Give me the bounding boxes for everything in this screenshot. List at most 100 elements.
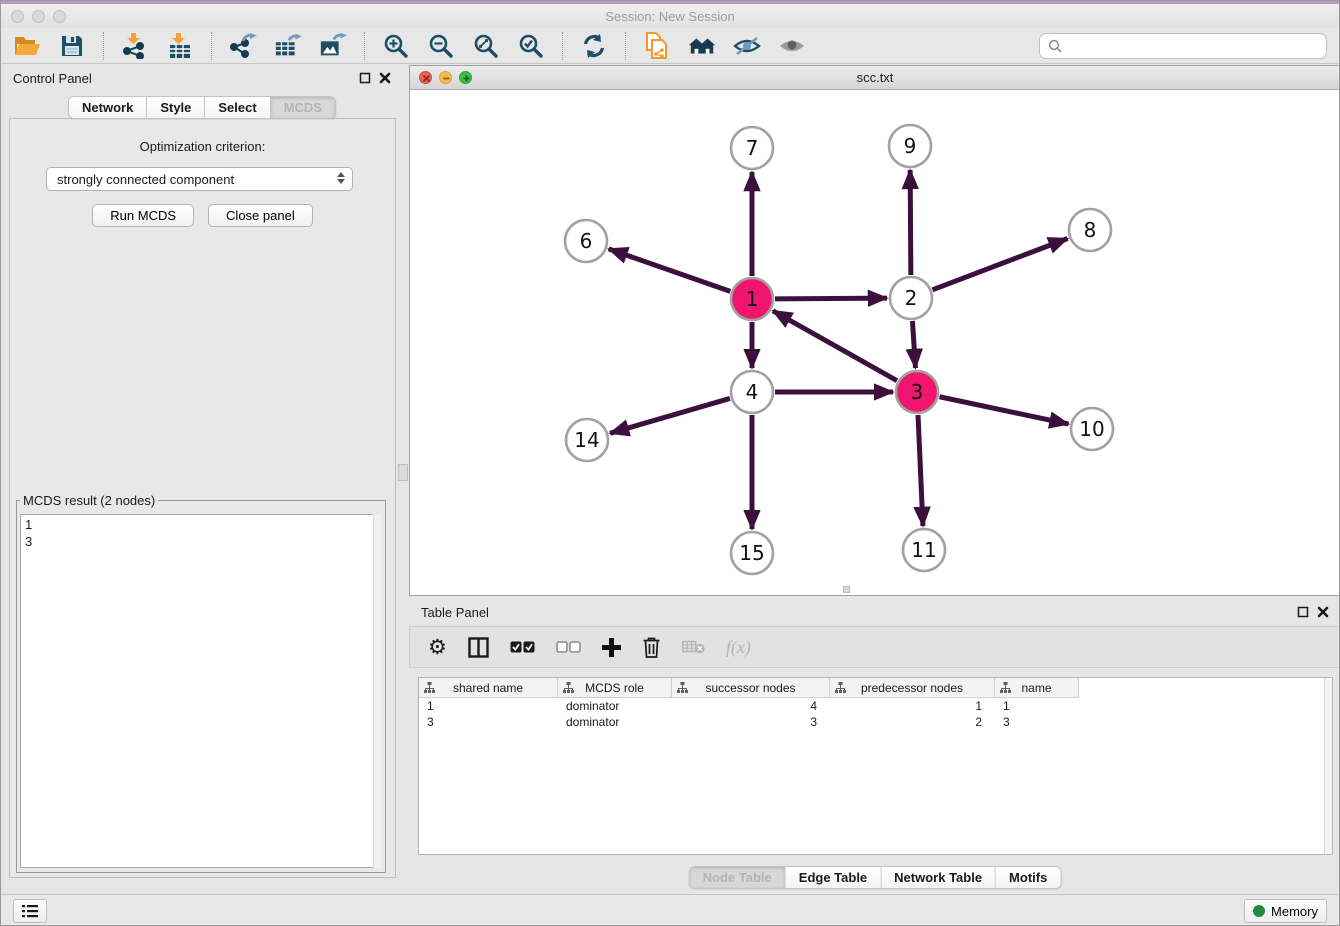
- table-cell[interactable]: 1: [830, 698, 995, 714]
- column-header-successor-nodes[interactable]: successor nodes: [672, 678, 830, 698]
- control-panel: Control Panel Network Style Select MCDS …: [1, 64, 403, 894]
- table-cell[interactable]: 1: [995, 698, 1079, 714]
- graph-node-label-14: 14: [574, 428, 599, 452]
- table-cell[interactable]: 3: [672, 714, 830, 730]
- column-hierarchy-icon: [835, 682, 846, 693]
- table-cell[interactable]: dominator: [558, 698, 672, 714]
- import-network-icon[interactable]: [121, 32, 149, 60]
- task-history-button[interactable]: [13, 899, 47, 923]
- node-table: shared name MCDS role successor nodes prede…: [418, 677, 1333, 855]
- float-panel-icon[interactable]: [359, 72, 371, 84]
- column-header-shared-name[interactable]: shared name: [419, 678, 558, 698]
- table-row[interactable]: 1dominator411: [419, 698, 1332, 714]
- column-header-name[interactable]: name: [995, 678, 1079, 698]
- column-hierarchy-icon: [563, 682, 574, 693]
- zoom-in-icon[interactable]: [382, 32, 410, 60]
- export-image-icon[interactable]: [319, 32, 347, 60]
- table-cell[interactable]: 2: [830, 714, 995, 730]
- application-window: Session: New Session: [0, 0, 1340, 926]
- edge-3-to-10[interactable]: [940, 397, 1069, 424]
- close-panel-icon[interactable]: [379, 72, 391, 84]
- panel-splitter-handle[interactable]: [398, 464, 408, 481]
- save-icon[interactable]: [58, 32, 86, 60]
- zoom-selected-icon[interactable]: [517, 32, 545, 60]
- tab-node-table[interactable]: Node Table: [690, 867, 786, 888]
- edge-4-to-14[interactable]: [610, 398, 730, 433]
- criterion-dropdown-value: strongly connected component: [57, 172, 234, 187]
- memory-status-icon: [1253, 905, 1265, 917]
- window-title: Session: New Session: [1, 9, 1339, 24]
- tab-network[interactable]: Network: [69, 97, 147, 118]
- column-header-predecessor-nodes[interactable]: predecessor nodes: [830, 678, 995, 698]
- table-cell[interactable]: 4: [672, 698, 830, 714]
- tab-motifs[interactable]: Motifs: [996, 867, 1060, 888]
- edge-1-to-2[interactable]: [775, 298, 887, 299]
- network-minimize-icon[interactable]: [439, 71, 452, 84]
- add-column-icon[interactable]: [602, 638, 621, 657]
- graph-node-label-7: 7: [746, 136, 759, 160]
- edge-2-to-3[interactable]: [912, 321, 915, 368]
- clear-selection-icon[interactable]: [556, 641, 581, 653]
- optimization-criterion-label: Optimization criterion:: [10, 139, 395, 154]
- tab-network-table[interactable]: Network Table: [881, 867, 996, 888]
- column-hierarchy-icon: [677, 682, 688, 693]
- graph-node-label-15: 15: [739, 541, 764, 565]
- export-table-icon[interactable]: [274, 32, 302, 60]
- toolbar-separator: [562, 32, 563, 60]
- refresh-icon[interactable]: [580, 32, 608, 60]
- tab-style[interactable]: Style: [147, 97, 205, 118]
- table-cell[interactable]: 3: [419, 714, 558, 730]
- edge-2-to-8[interactable]: [933, 239, 1068, 290]
- import-table-icon[interactable]: [166, 32, 194, 60]
- tab-edge-table[interactable]: Edge Table: [786, 867, 881, 888]
- network-maximize-icon[interactable]: [459, 71, 472, 84]
- search-input[interactable]: [1068, 38, 1318, 53]
- close-table-panel-icon[interactable]: [1317, 606, 1329, 618]
- mcds-result-scrollbar[interactable]: [373, 514, 381, 868]
- memory-button[interactable]: Memory: [1244, 899, 1327, 923]
- table-cell[interactable]: 3: [995, 714, 1079, 730]
- zoom-out-icon[interactable]: [427, 32, 455, 60]
- table-cell[interactable]: dominator: [558, 714, 672, 730]
- column-header-label: predecessor nodes: [861, 681, 963, 695]
- houses-icon[interactable]: [688, 32, 716, 60]
- column-header-label: successor nodes: [705, 681, 795, 695]
- float-table-panel-icon[interactable]: [1297, 606, 1309, 618]
- edge-3-to-11[interactable]: [918, 415, 923, 526]
- column-hierarchy-icon: [1000, 682, 1011, 693]
- edge-3-to-1[interactable]: [773, 311, 897, 381]
- hide-eye-icon[interactable]: [733, 32, 761, 60]
- column-header-MCDS-role[interactable]: MCDS role: [558, 678, 672, 698]
- open-folder-icon[interactable]: [13, 32, 41, 60]
- graph-node-label-3: 3: [911, 380, 924, 404]
- delete-trash-icon[interactable]: [642, 636, 661, 658]
- close-panel-button[interactable]: Close panel: [208, 204, 313, 227]
- tab-mcds[interactable]: MCDS: [271, 97, 335, 118]
- edge-1-to-6[interactable]: [609, 249, 731, 291]
- zoom-fit-icon[interactable]: [472, 32, 500, 60]
- mcds-result-list[interactable]: 1 3: [20, 514, 381, 868]
- canvas-grip[interactable]: [843, 586, 850, 593]
- main-toolbar: [1, 28, 1339, 64]
- table-scrollbar[interactable]: [1324, 678, 1332, 854]
- table-settings-gear-icon[interactable]: ⚙: [428, 637, 447, 658]
- run-mcds-button[interactable]: Run MCDS: [92, 204, 194, 227]
- network-canvas[interactable]: 1234678910111415: [410, 90, 1340, 595]
- control-panel-tabs: Network Style Select MCDS: [68, 96, 336, 119]
- select-all-icon[interactable]: [510, 641, 535, 653]
- mcds-panel-body: Optimization criterion: strongly connect…: [9, 118, 396, 878]
- table-row[interactable]: 3dominator323: [419, 714, 1332, 730]
- table-cell[interactable]: 1: [419, 698, 558, 714]
- show-eye-icon[interactable]: [778, 32, 806, 60]
- export-network-icon[interactable]: [229, 32, 257, 60]
- edge-2-to-9[interactable]: [910, 170, 911, 275]
- column-header-label: MCDS role: [585, 681, 644, 695]
- network-document-icon[interactable]: [643, 32, 671, 60]
- tab-select[interactable]: Select: [205, 97, 270, 118]
- search-box[interactable]: [1039, 33, 1327, 59]
- graph-node-label-1: 1: [746, 287, 759, 311]
- criterion-dropdown[interactable]: strongly connected component: [46, 167, 353, 191]
- split-columns-icon[interactable]: [468, 637, 489, 658]
- network-close-icon[interactable]: [419, 71, 432, 84]
- network-window-titlebar[interactable]: scc.txt: [410, 66, 1340, 90]
